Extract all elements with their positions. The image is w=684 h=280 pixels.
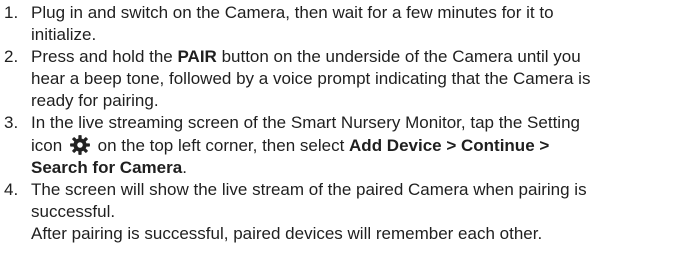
step-text: . bbox=[182, 158, 187, 177]
step-text: Press and hold the bbox=[31, 47, 178, 66]
step-4: 4. The screen will show the live stream … bbox=[0, 179, 684, 245]
pairing-instructions: 1. Plug in and switch on the Camera, the… bbox=[0, 0, 684, 245]
step-text: button on the underside of the Camera un… bbox=[216, 47, 581, 66]
step-2: 2. Press and hold the PAIR button on the… bbox=[0, 46, 684, 112]
step-text-line: successful. bbox=[31, 202, 116, 221]
step-number: 1. bbox=[4, 3, 19, 22]
step-text-line: Plug in and switch on the Camera, then w… bbox=[31, 3, 554, 22]
step-text-line: hear a beep tone, followed by a voice pr… bbox=[31, 69, 591, 88]
step-text-line: The screen will show the live stream of … bbox=[31, 180, 587, 199]
pair-button-label: PAIR bbox=[177, 47, 217, 66]
step-text-line: icon on the top left corner, then select… bbox=[31, 134, 684, 157]
step-number: 3. bbox=[4, 113, 19, 132]
menu-path-text: Search for Camera bbox=[31, 158, 183, 177]
step-number: 4. bbox=[4, 180, 19, 199]
step-text: on the top left corner, then select bbox=[92, 136, 350, 155]
step-number: 2. bbox=[4, 47, 19, 66]
gear-icon bbox=[69, 134, 91, 156]
step-text-line: Search for Camera. bbox=[31, 157, 684, 179]
pairing-note: After pairing is successful, paired devi… bbox=[31, 224, 543, 243]
step-text-line: In the live streaming screen of the Smar… bbox=[31, 113, 580, 132]
step-text-line: ready for pairing. bbox=[31, 91, 159, 110]
step-text-line: Press and hold the PAIR button on the un… bbox=[31, 46, 684, 68]
step-text: icon bbox=[31, 136, 67, 155]
menu-path-text: Add Device > Continue > bbox=[349, 136, 550, 155]
step-3: 3. In the live streaming screen of the S… bbox=[0, 112, 684, 179]
step-1: 1. Plug in and switch on the Camera, the… bbox=[0, 2, 684, 46]
step-text-line: initialize. bbox=[31, 25, 97, 44]
